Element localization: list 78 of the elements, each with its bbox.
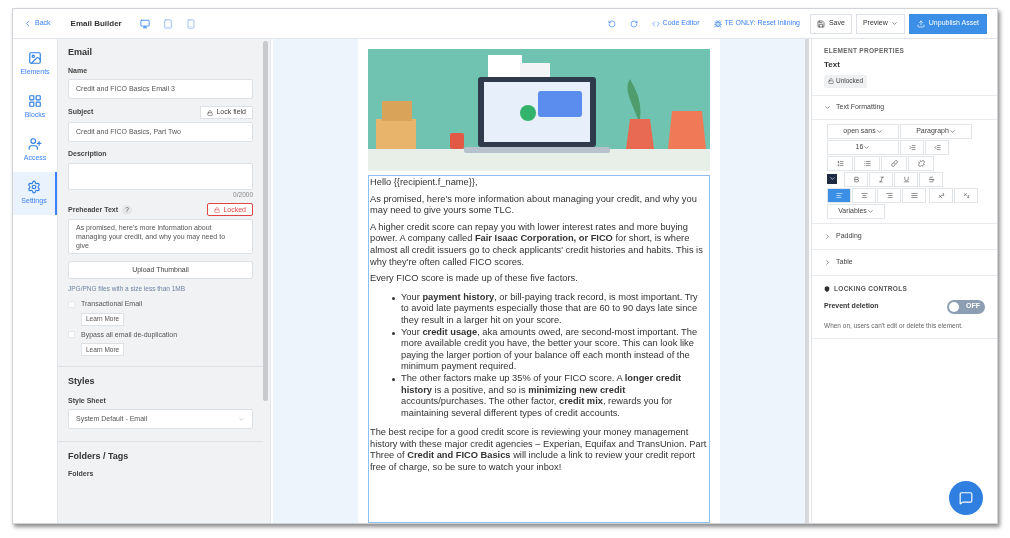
desktop-icon[interactable] [139,18,150,29]
text-color-button[interactable] [827,173,837,184]
outdent-icon [933,143,941,151]
shield-icon [824,285,830,292]
bullet-list-button[interactable] [854,155,880,171]
section-title: Styles [68,375,96,388]
code-icon [651,19,660,28]
redo-icon[interactable] [629,19,638,28]
tablet-icon[interactable] [162,18,173,29]
text-block[interactable] [368,175,710,523]
settings-icon [27,180,41,195]
bullet-icon [392,377,395,381]
underline-icon [902,175,910,183]
chevron-left-icon [23,19,32,28]
align-button[interactable] [877,187,901,203]
section-title: Folders / Tags [68,450,130,463]
elements-icon [28,51,42,66]
checkbox[interactable] [68,331,75,339]
strikethrough-button[interactable] [919,171,943,187]
underline-button[interactable] [894,171,918,187]
align-right-icon [885,191,893,199]
caret-icon [828,175,836,183]
element-type: Text [824,58,841,71]
align-justify-icon [910,191,918,199]
bullet-icon [392,296,395,300]
chevron-down-icon [824,103,831,111]
subscript-button[interactable] [954,187,978,203]
upload-icon [916,19,925,28]
access-icon [28,137,42,152]
body-paragraph: A higher credit score can repay you with lower interest rates and more buying power. A company called Fair Isaac Corporation, or FICO for short, is where almost all credit issuers go to check applicants' credit histories and habits. This is why they're often called FICO scores. [370,221,704,269]
superscript-icon [937,191,945,199]
list-item-text: Your payment history, or bill-paying track record, is most important. Try to avoid late payments especially those that are 60 to 90 days late since they result in a larger hit on your score. [401,291,699,327]
caret-icon [866,207,874,215]
unlink-icon [917,159,925,167]
checkbox[interactable] [68,300,75,308]
align-center-icon [860,191,868,199]
subscript-icon [962,191,970,199]
list-item-text: The other factors make up 35% of your FICO score. A longer credit history is a positive, and so is minimizing new credit accounts/purchases. The other factor, credit mix, rewards you for maintaining several different types of credit accounts. [401,372,683,420]
align-button[interactable] [852,187,876,203]
body-paragraph: Every FICO score is made up of these five factors. [370,273,579,285]
link-button[interactable] [881,155,907,171]
unlocked-icon [828,78,834,85]
body-paragraph: As promised, here's more information about managing your credit, and why you may need to give yours some TLC. [370,193,698,217]
chat-icon [959,491,973,505]
bold-icon [852,175,860,183]
bug-icon [713,19,722,28]
scrollbar[interactable] [263,41,268,401]
caret-icon [238,415,245,423]
italic-icon [877,175,885,183]
section-title: Email [68,46,93,59]
italic-button[interactable] [869,171,893,187]
undo-icon[interactable] [607,19,616,28]
indent-icon [908,143,916,151]
lock-icon [214,206,221,213]
caret-icon [890,20,898,27]
phone-icon[interactable] [185,18,196,29]
greeting-text: Hello {{recipient.f_name}}, [370,177,479,189]
indent-button[interactable] [900,139,924,155]
numbered-list-icon [836,159,844,167]
description-field[interactable] [68,162,253,190]
strikethrough-icon [927,175,935,183]
outdent-button[interactable] [925,139,949,155]
page-title: Email Builder [70,17,122,30]
caret-icon [948,127,956,135]
link-icon [890,159,898,167]
list-item-text: Your credit usage, aka amounts owed, are second-most important. The more available credit you have, the better your score. This can look like paying the larger portion of your balance off each month instead of the minimum payment required. [401,326,699,373]
chevron-right-icon [824,258,831,266]
align-button[interactable] [902,187,926,203]
bullet-list-icon [863,159,871,167]
body-paragraph: The best recipe for a good credit score is reviewing your money management history with these major credit agencies – Experian, Equifax and TransUnion. Part Three of Credit and FICO Basics will include a link to review your credit report free of charge, so be sure to watch your inbox! [370,427,708,474]
align-left-icon [835,191,843,199]
blocks-icon [28,94,42,109]
bullet-icon [392,331,395,335]
bold-button[interactable] [844,171,868,187]
chevron-right-icon [824,232,831,240]
unlink-button[interactable] [908,155,934,171]
lock-icon [207,109,214,116]
superscript-button[interactable] [929,187,953,203]
